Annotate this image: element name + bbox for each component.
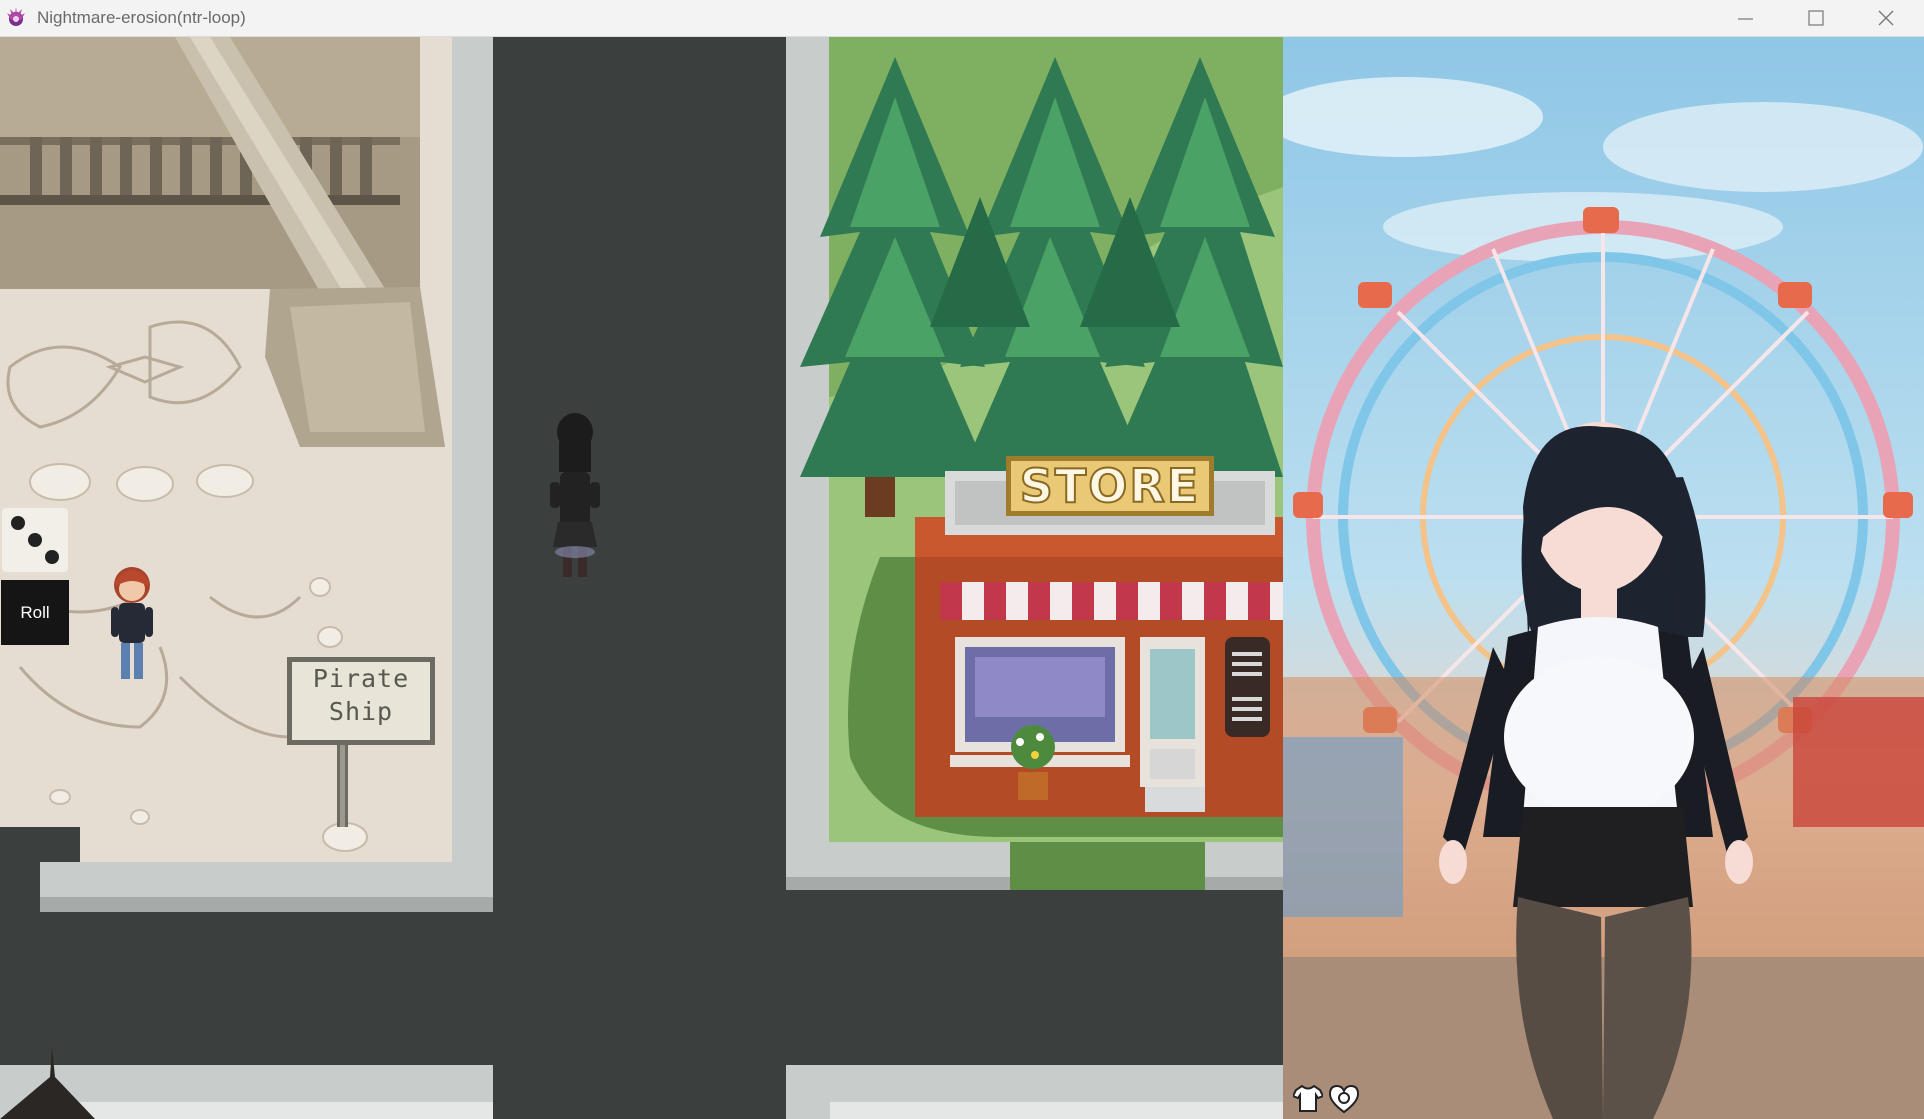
window-title: Nightmare-erosion(ntr-loop) bbox=[37, 8, 246, 27]
close-icon bbox=[1878, 10, 1894, 26]
heart-icon[interactable] bbox=[1328, 1084, 1360, 1114]
dice[interactable] bbox=[2, 508, 68, 572]
app-icon bbox=[7, 7, 25, 26]
minimize-button[interactable] bbox=[1712, 0, 1782, 37]
player-character bbox=[111, 567, 153, 679]
minimize-icon bbox=[1738, 18, 1753, 20]
store-sign: STORE bbox=[1006, 456, 1214, 516]
close-button[interactable] bbox=[1852, 0, 1922, 37]
shirt-icon[interactable] bbox=[1293, 1084, 1323, 1112]
title-bar: Nightmare-erosion(ntr-loop) bbox=[0, 0, 1924, 37]
dice-face-3 bbox=[11, 516, 59, 564]
town-map[interactable]: STORE Pirate Ship Roll bbox=[0, 37, 1283, 1119]
game-viewport[interactable]: STORE Pirate Ship Roll bbox=[0, 37, 1924, 1119]
store-building bbox=[915, 471, 1283, 817]
portrait-art bbox=[1283, 37, 1924, 1119]
sign-line-2: Ship bbox=[328, 697, 394, 726]
roll-button[interactable]: Roll bbox=[1, 580, 69, 645]
maximize-button[interactable] bbox=[1782, 0, 1852, 37]
sign-line-1: Pirate bbox=[312, 664, 410, 693]
map-tiles bbox=[0, 37, 1283, 1119]
pirate-ship-sign[interactable]: Pirate Ship bbox=[287, 657, 435, 745]
pine-trees bbox=[800, 57, 1283, 517]
signpost-pole bbox=[337, 737, 348, 827]
character-portrait-panel bbox=[1283, 37, 1924, 1119]
npc-character bbox=[550, 413, 600, 577]
maximize-icon bbox=[1808, 10, 1824, 26]
